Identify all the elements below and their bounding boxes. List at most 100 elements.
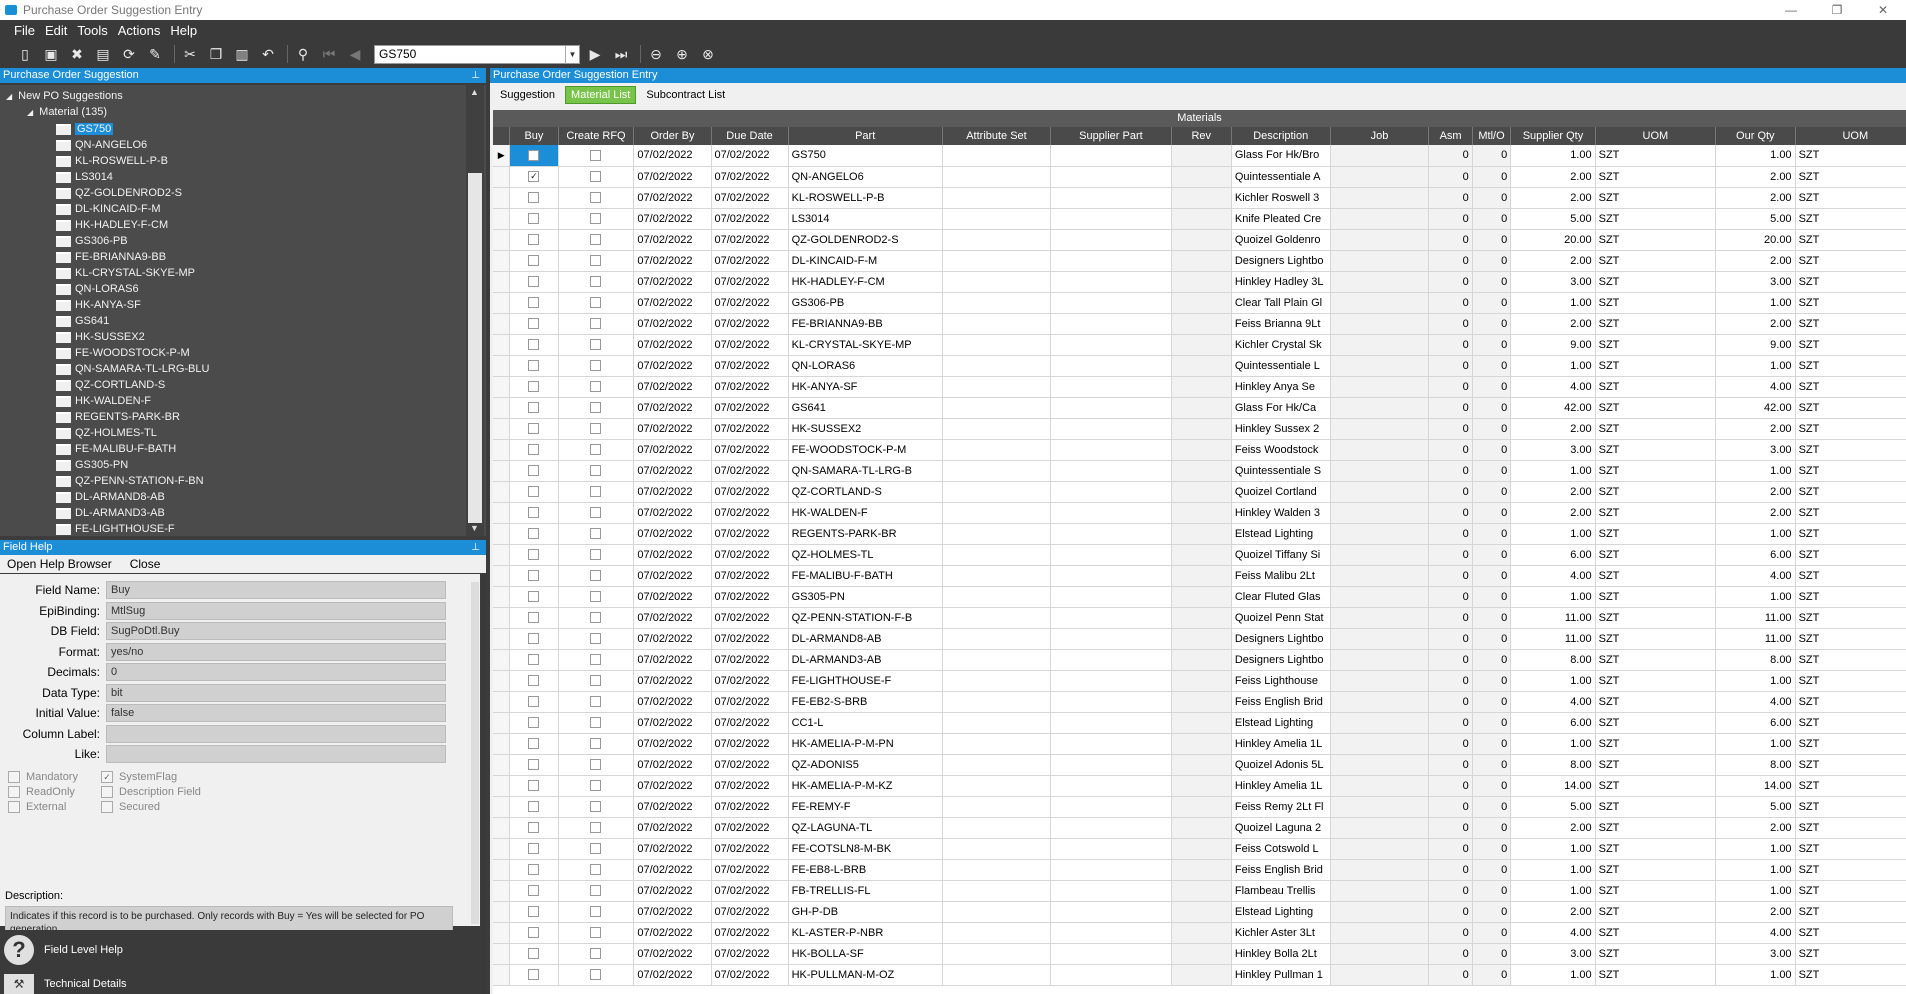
paste-icon[interactable]: ▥ bbox=[231, 43, 253, 65]
attribute-set-cell[interactable] bbox=[942, 544, 1052, 566]
supplier-qty-cell[interactable]: 1.00 bbox=[1510, 460, 1596, 482]
menu-help[interactable]: Help bbox=[170, 23, 197, 38]
uom-cell[interactable]: SZT bbox=[1595, 166, 1717, 188]
flag-checkbox[interactable]: External bbox=[8, 801, 66, 813]
tree-scrollbar[interactable]: ▲ ▼ bbox=[466, 85, 484, 536]
tree-item[interactable]: DL-ARMAND3-AB bbox=[56, 505, 165, 521]
buy-cell[interactable] bbox=[509, 229, 559, 251]
checkbox-icon[interactable] bbox=[590, 255, 602, 267]
uom-cell[interactable]: SZT bbox=[1795, 733, 1906, 755]
due-date-cell[interactable]: 07/02/2022 bbox=[711, 481, 789, 503]
rev-cell[interactable] bbox=[1171, 397, 1232, 419]
due-date-cell[interactable]: 07/02/2022 bbox=[711, 145, 789, 167]
our-qty-cell[interactable]: 4.00 bbox=[1715, 691, 1796, 713]
create-rfq-cell[interactable] bbox=[558, 397, 635, 419]
help-field-value[interactable]: SugPoDtl.Buy bbox=[106, 622, 446, 640]
checkbox-icon[interactable] bbox=[590, 318, 602, 330]
part-cell[interactable]: REGENTS-PARK-BR bbox=[788, 523, 943, 545]
uom-cell[interactable]: SZT bbox=[1595, 145, 1717, 167]
row-selector[interactable] bbox=[493, 292, 511, 314]
attribute-set-cell[interactable] bbox=[942, 439, 1052, 461]
job-cell[interactable] bbox=[1330, 817, 1430, 839]
order-by-cell[interactable]: 07/02/2022 bbox=[633, 712, 712, 734]
due-date-cell[interactable]: 07/02/2022 bbox=[711, 754, 789, 776]
attribute-set-cell[interactable] bbox=[942, 901, 1052, 923]
uom-cell[interactable]: SZT bbox=[1795, 439, 1906, 461]
supplier-part-cell[interactable] bbox=[1050, 166, 1172, 188]
supplier-part-cell[interactable] bbox=[1050, 544, 1172, 566]
checkbox-icon[interactable]: ✓ bbox=[101, 771, 113, 783]
description-cell[interactable]: Elstead Lighting bbox=[1231, 523, 1331, 545]
description-cell[interactable]: Designers Lightbo bbox=[1231, 628, 1331, 650]
create-rfq-cell[interactable] bbox=[558, 355, 635, 377]
rev-cell[interactable] bbox=[1171, 901, 1232, 923]
scroll-down-icon[interactable]: ▼ bbox=[470, 523, 479, 533]
checkbox-icon[interactable] bbox=[590, 738, 602, 750]
supplier-part-cell[interactable] bbox=[1050, 271, 1172, 293]
attribute-set-cell[interactable] bbox=[942, 670, 1052, 692]
asm-cell[interactable]: 0 bbox=[1428, 229, 1473, 251]
asm-cell[interactable]: 0 bbox=[1428, 523, 1473, 545]
tree-root[interactable]: ◢ New PO Suggestions bbox=[6, 88, 123, 104]
due-date-cell[interactable]: 07/02/2022 bbox=[711, 670, 789, 692]
supplier-part-cell[interactable] bbox=[1050, 250, 1172, 272]
table-row[interactable]: 07/02/2022 07/02/2022 HK-AMELIA-P-M-PN Hink… bbox=[493, 733, 1906, 755]
part-cell[interactable]: HK-BOLLA-SF bbox=[788, 943, 943, 965]
uom-cell[interactable]: SZT bbox=[1795, 775, 1906, 797]
attribute-set-cell[interactable] bbox=[942, 166, 1052, 188]
our-qty-cell[interactable]: 6.00 bbox=[1715, 544, 1796, 566]
our-qty-cell[interactable]: 2.00 bbox=[1715, 418, 1796, 440]
last-record-icon[interactable]: ⏭ bbox=[610, 43, 632, 65]
buy-cell[interactable] bbox=[509, 901, 559, 923]
table-row[interactable]: 07/02/2022 07/02/2022 DL-KINCAID-F-M Design… bbox=[493, 250, 1906, 272]
tree-item[interactable]: QN-LORAS6 bbox=[56, 281, 139, 297]
attribute-set-cell[interactable] bbox=[942, 817, 1052, 839]
checkbox-icon[interactable] bbox=[590, 864, 602, 876]
mtl-cell[interactable]: 0 bbox=[1472, 775, 1512, 797]
column-header[interactable]: Part bbox=[788, 127, 943, 145]
row-selector[interactable] bbox=[493, 250, 511, 272]
attribute-set-cell[interactable] bbox=[942, 796, 1052, 818]
description-cell[interactable]: Quoizel Penn Stat bbox=[1231, 607, 1331, 629]
due-date-cell[interactable]: 07/02/2022 bbox=[711, 628, 789, 650]
buy-cell[interactable] bbox=[509, 691, 559, 713]
tree-item[interactable]: FE-WOODSTOCK-P-M bbox=[56, 345, 190, 361]
part-cell[interactable]: KL-ASTER-P-NBR bbox=[788, 922, 943, 944]
menu-file[interactable]: File bbox=[14, 23, 35, 38]
help-field-value[interactable] bbox=[106, 745, 446, 763]
uom-cell[interactable]: SZT bbox=[1795, 292, 1906, 314]
checkbox-icon[interactable] bbox=[528, 213, 540, 225]
mtl-cell[interactable]: 0 bbox=[1472, 355, 1512, 377]
part-cell[interactable]: QZ-PENN-STATION-F-B bbox=[788, 607, 943, 629]
attribute-set-cell[interactable] bbox=[942, 397, 1052, 419]
our-qty-cell[interactable]: 1.00 bbox=[1715, 964, 1796, 986]
uom-cell[interactable]: SZT bbox=[1795, 754, 1906, 776]
next-record-icon[interactable]: ▶ bbox=[584, 43, 606, 65]
our-qty-cell[interactable]: 11.00 bbox=[1715, 607, 1796, 629]
undo-icon[interactable]: ↶ bbox=[257, 43, 279, 65]
due-date-cell[interactable]: 07/02/2022 bbox=[711, 187, 789, 209]
uom-cell[interactable]: SZT bbox=[1795, 628, 1906, 650]
rev-cell[interactable] bbox=[1171, 208, 1232, 230]
checkbox-icon[interactable] bbox=[590, 192, 602, 204]
job-cell[interactable] bbox=[1330, 838, 1430, 860]
attribute-set-cell[interactable] bbox=[942, 775, 1052, 797]
order-by-cell[interactable]: 07/02/2022 bbox=[633, 859, 712, 881]
buy-cell[interactable] bbox=[509, 145, 559, 167]
uom-cell[interactable]: SZT bbox=[1595, 796, 1717, 818]
job-cell[interactable] bbox=[1330, 733, 1430, 755]
job-cell[interactable] bbox=[1330, 166, 1430, 188]
pin-icon[interactable]: ⊥ bbox=[471, 68, 480, 83]
buy-cell[interactable] bbox=[509, 250, 559, 272]
supplier-qty-cell[interactable]: 4.00 bbox=[1510, 922, 1596, 944]
save-icon[interactable]: ▣ bbox=[40, 43, 62, 65]
tree-item[interactable]: QZ-PENN-STATION-F-BN bbox=[56, 473, 204, 489]
due-date-cell[interactable]: 07/02/2022 bbox=[711, 166, 789, 188]
table-row[interactable]: 07/02/2022 07/02/2022 FE-BRIANNA9-BB Feiss … bbox=[493, 313, 1906, 335]
our-qty-cell[interactable]: 1.00 bbox=[1715, 145, 1796, 167]
checkbox-icon[interactable] bbox=[590, 549, 602, 561]
description-cell[interactable]: Hinkley Amelia 1L bbox=[1231, 733, 1331, 755]
supplier-qty-cell[interactable]: 6.00 bbox=[1510, 544, 1596, 566]
create-rfq-cell[interactable] bbox=[558, 649, 635, 671]
buy-cell[interactable] bbox=[509, 460, 559, 482]
